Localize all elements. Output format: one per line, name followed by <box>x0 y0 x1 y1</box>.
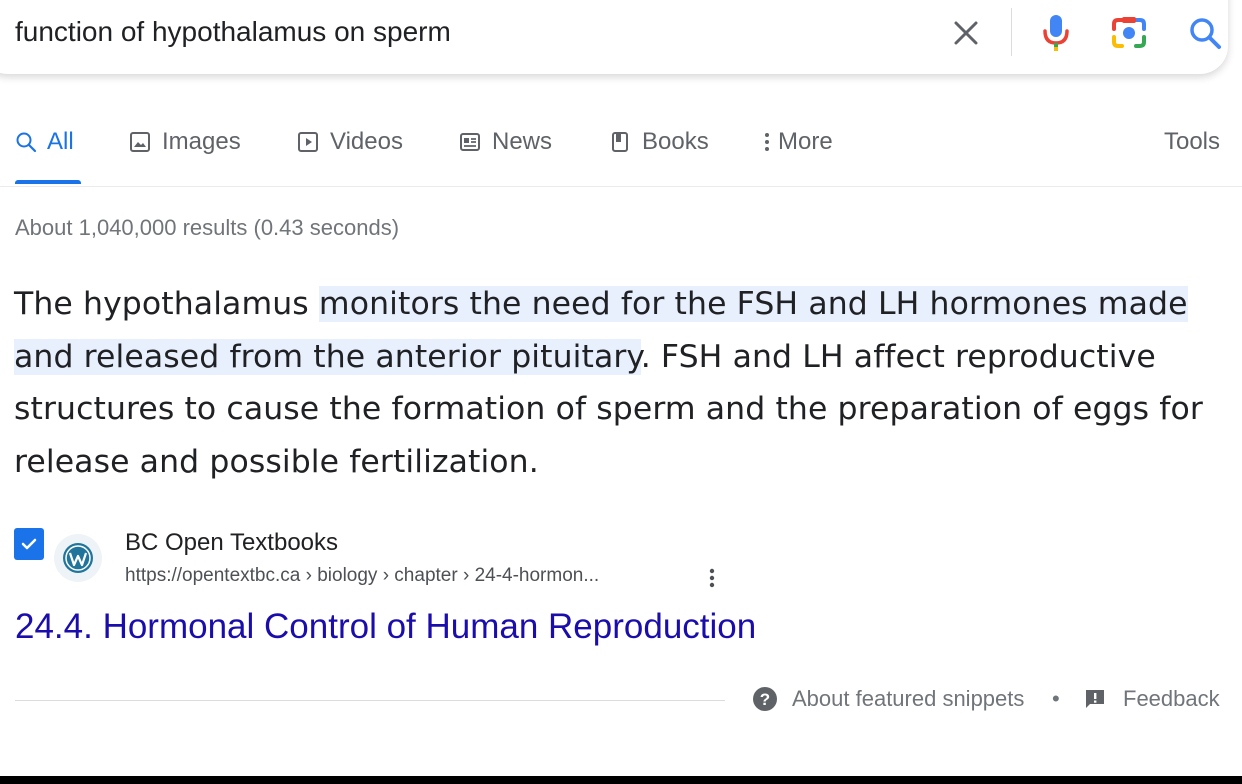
search-input[interactable]: function of hypothalamus on sperm <box>15 16 451 48</box>
wordpress-icon <box>54 534 102 582</box>
tab-label: Videos <box>330 128 403 155</box>
close-icon <box>954 21 978 45</box>
search-button[interactable] <box>1184 12 1226 54</box>
more-vert-icon <box>765 133 769 151</box>
tools-button[interactable]: Tools <box>1164 128 1220 156</box>
tab-label: News <box>492 128 553 155</box>
tab-label: Books <box>642 128 709 155</box>
play-icon <box>298 132 318 152</box>
search-divider <box>1011 8 1012 56</box>
result-title-link[interactable]: 24.4. Hormonal Control of Human Reproduc… <box>15 607 756 647</box>
tab-books[interactable]: Books <box>608 128 709 156</box>
featured-snippet-text: The hypothalamus monitors the need for t… <box>14 278 1204 488</box>
tab-news[interactable]: News <box>458 128 552 156</box>
lens-search-button[interactable] <box>1108 12 1150 54</box>
tab-all[interactable]: All <box>15 128 74 156</box>
newspaper-icon <box>460 133 480 151</box>
book-icon <box>612 132 628 152</box>
tab-videos[interactable]: Videos <box>296 128 403 156</box>
snippet-text: The hypothalamus <box>14 286 319 322</box>
checkmark-icon <box>21 538 37 550</box>
feedback-link[interactable]: Feedback <box>1083 686 1220 712</box>
more-vert-icon <box>709 568 715 588</box>
selection-checkbox[interactable] <box>14 528 44 560</box>
image-icon <box>130 132 150 152</box>
result-options-button[interactable] <box>700 563 724 593</box>
search-icon <box>1190 18 1221 49</box>
source-url[interactable]: https://opentextbc.ca › biology › chapte… <box>125 565 599 587</box>
voice-search-button[interactable] <box>1038 10 1074 56</box>
svg-text:?: ? <box>760 690 770 709</box>
source-name: BC Open Textbooks <box>125 529 339 556</box>
about-snippets-label: About featured snippets <box>792 686 1025 711</box>
about-featured-snippets-link[interactable]: ? About featured snippets <box>752 686 1024 712</box>
help-icon: ? <box>753 687 777 711</box>
footer-separator: • <box>1052 686 1060 711</box>
bottom-edge-bar <box>0 776 1242 784</box>
tab-label: Images <box>162 128 241 155</box>
clear-button[interactable] <box>946 12 986 54</box>
tab-label: More <box>778 128 833 155</box>
microphone-icon <box>1043 15 1069 51</box>
tab-more[interactable]: More <box>762 128 833 156</box>
search-tabs: All Images Videos News Books More Tools <box>0 118 1242 188</box>
tabs-divider <box>0 186 1242 187</box>
search-icon <box>16 132 37 153</box>
active-tab-indicator <box>15 180 81 184</box>
feedback-icon <box>1086 690 1104 708</box>
result-stats: About 1,040,000 results (0.43 seconds) <box>15 215 400 240</box>
feedback-label: Feedback <box>1123 686 1220 711</box>
tab-label: All <box>47 128 74 155</box>
footer-divider <box>15 700 725 701</box>
camera-icon <box>1112 17 1146 48</box>
tab-images[interactable]: Images <box>128 128 241 156</box>
